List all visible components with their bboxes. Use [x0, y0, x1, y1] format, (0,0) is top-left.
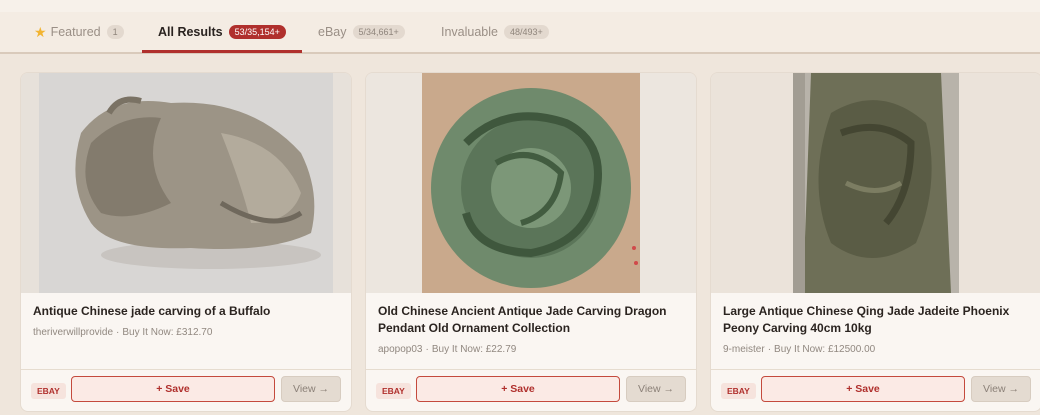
jade-dragon-pendant-image[interactable] — [366, 73, 696, 293]
save-button[interactable]: + Save — [71, 376, 275, 402]
tab-ebay[interactable]: eBay 5/34,661+ — [318, 12, 405, 52]
item-price: Buy It Now: £312.70 — [122, 327, 213, 338]
tab-label: All Results — [158, 25, 223, 39]
jade-buffalo-image[interactable] — [21, 73, 351, 293]
tab-count-badge: 53/35,154+ — [228, 25, 286, 39]
source-badge: EBAY — [721, 383, 756, 399]
save-button[interactable]: + Save — [416, 376, 620, 402]
item-title[interactable]: Large Antique Chinese Qing Jade Jadeite … — [723, 303, 1029, 337]
item-meta: 9-meister · Buy It Now: £12500.00 — [723, 344, 876, 355]
view-button[interactable]: View → — [281, 376, 341, 402]
item-price: Buy It Now: £12500.00 — [774, 344, 876, 355]
star-icon: ★ — [34, 23, 47, 40]
tab-label: Invaluable — [441, 25, 498, 39]
tab-label: eBay — [318, 25, 347, 39]
view-button[interactable]: View → — [971, 376, 1031, 402]
tab-invaluable[interactable]: Invaluable 48/493+ — [441, 12, 549, 52]
result-card[interactable]: Large Antique Chinese Qing Jade Jadeite … — [710, 72, 1040, 412]
item-price: Buy It Now: £22.79 — [431, 344, 517, 355]
result-card[interactable]: Old Chinese Ancient Antique Jade Carving… — [365, 72, 697, 412]
source-badge: EBAY — [31, 383, 66, 399]
tab-count-badge: 5/34,661+ — [352, 25, 405, 39]
seller-name: apopop03 — [378, 344, 423, 355]
save-button[interactable]: + Save — [761, 376, 965, 402]
source-badge: EBAY — [376, 383, 411, 399]
tab-all-results[interactable]: All Results 53/35,154+ — [142, 12, 302, 53]
card-divider — [711, 369, 1040, 370]
view-button[interactable]: View → — [626, 376, 686, 402]
seller-name: 9-meister — [723, 344, 765, 355]
card-divider — [366, 369, 696, 370]
active-tab-indicator — [142, 50, 302, 53]
tab-featured[interactable]: ★ Featured 1 — [34, 12, 124, 52]
card-divider — [21, 369, 351, 370]
item-title[interactable]: Antique Chinese jade carving of a Buffal… — [33, 303, 339, 320]
item-meta: apopop03 · Buy It Now: £22.79 — [378, 344, 517, 355]
seller-name: theriverwillprovide — [33, 327, 114, 338]
result-card[interactable]: Antique Chinese jade carving of a Buffal… — [20, 72, 352, 412]
tab-count-badge: 48/493+ — [504, 25, 549, 39]
tab-label: Featured — [50, 25, 101, 39]
item-meta: theriverwillprovide · Buy It Now: £312.70 — [33, 327, 213, 338]
item-title[interactable]: Old Chinese Ancient Antique Jade Carving… — [378, 303, 684, 337]
jade-phoenix-carving-image[interactable] — [711, 73, 1040, 293]
tab-count-badge: 1 — [106, 25, 124, 39]
